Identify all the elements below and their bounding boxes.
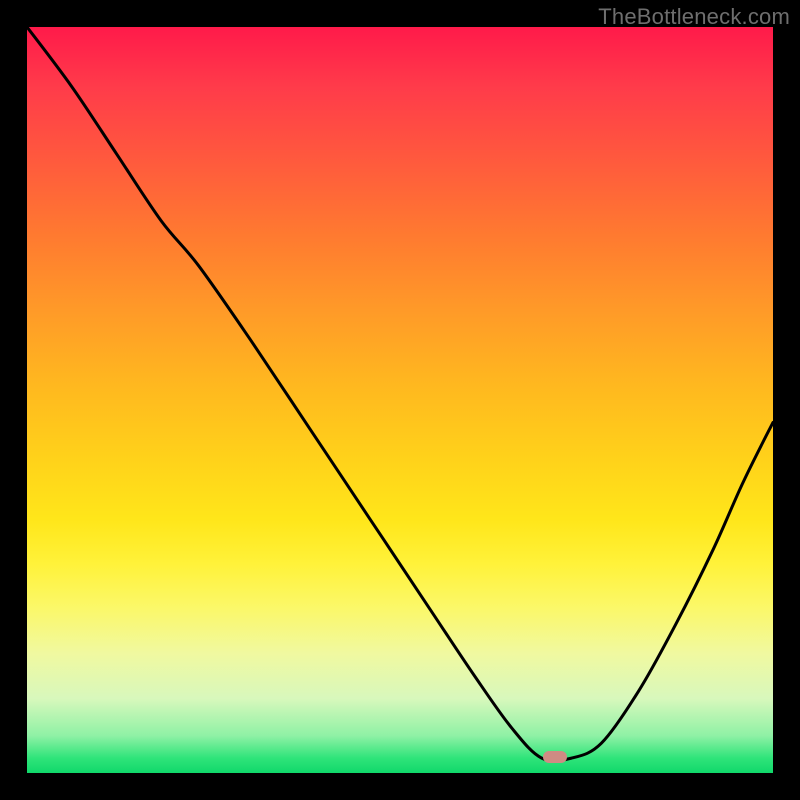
optimal-point-marker xyxy=(543,751,567,763)
watermark-text: TheBottleneck.com xyxy=(598,4,790,30)
chart-frame: TheBottleneck.com xyxy=(0,0,800,800)
plot-area xyxy=(27,27,773,773)
heat-gradient-background xyxy=(27,27,773,773)
